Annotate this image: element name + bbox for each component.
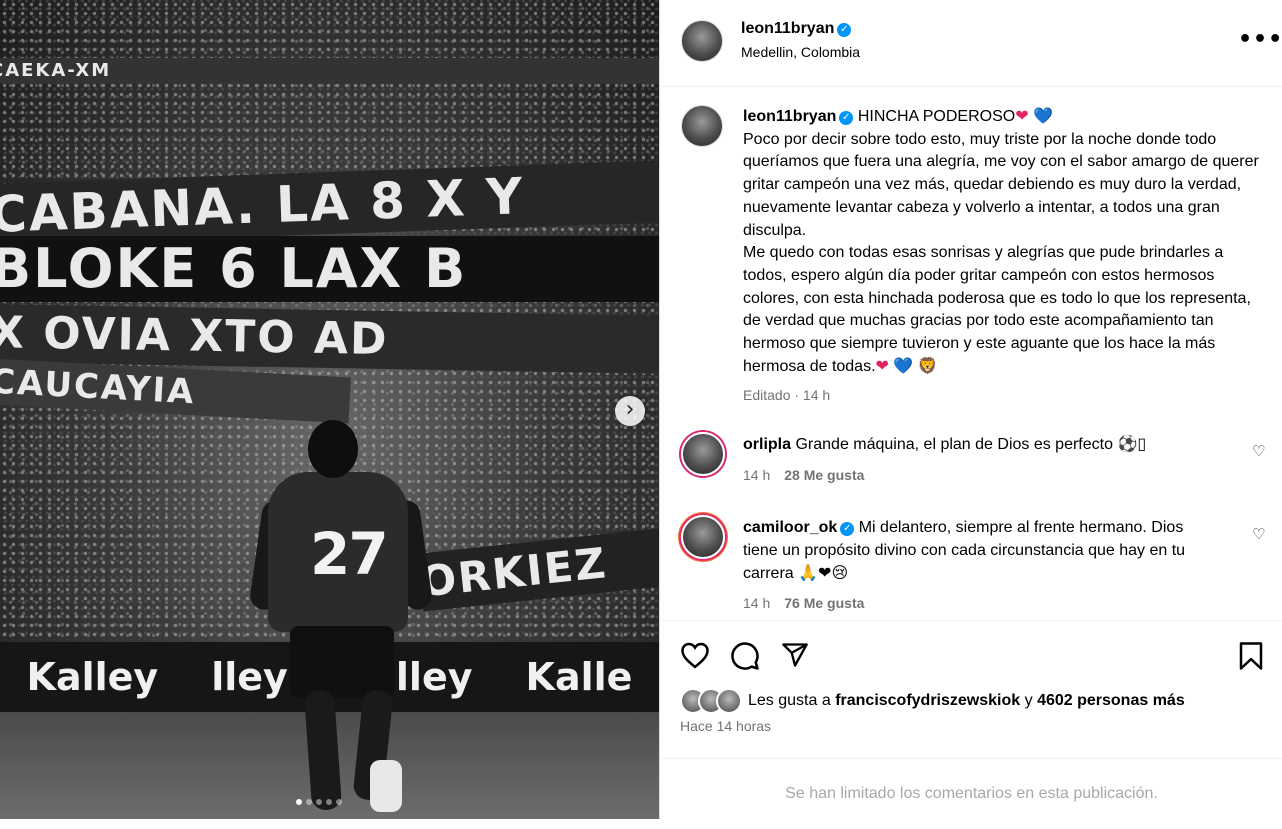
caption-username[interactable]: leon11bryan [743, 108, 836, 125]
author-info: leon11bryan ✓ Medellin, Colombia [741, 20, 860, 60]
comment-time: 14 h [743, 595, 771, 611]
liker-username[interactable]: franciscofydriszewskiok [835, 692, 1020, 710]
heart-icon[interactable] [680, 641, 710, 669]
verified-badge-icon: ✓ [840, 522, 855, 536]
caption-author-avatar[interactable] [681, 105, 723, 147]
jersey-number: 27 [310, 520, 389, 588]
ad-text: Kalle [525, 655, 633, 699]
fan-banner: BLOKE 6 LAX B [0, 236, 659, 302]
comment-time: 14 h [743, 467, 771, 483]
player-boot [370, 760, 402, 812]
comment-meta: 14 h 28 Me gusta [743, 467, 864, 483]
author-avatar[interactable] [681, 20, 723, 62]
verified-badge-icon: ✓ [837, 23, 852, 37]
share-icon[interactable] [780, 641, 810, 669]
caption-paragraph: Me quedo con todas esas sonrisas y alegr… [743, 244, 1251, 375]
carousel-dot [326, 799, 332, 805]
caption-meta: Editado · 14 h [743, 387, 831, 404]
player-head [308, 420, 358, 478]
post-caption: leon11bryan ✓ HINCHA PODEROSO❤ 💙 Poco por… [743, 106, 1263, 407]
comments-limited-notice: Se han limitado los comentarios en esta … [660, 758, 1282, 820]
comment-like-heart-icon[interactable]: ♡ [1252, 442, 1265, 460]
bookmark-icon[interactable] [1238, 641, 1264, 671]
carousel-dot [316, 799, 322, 805]
red-heart-icon: ❤ [1015, 108, 1029, 125]
next-image-button[interactable]: › [615, 396, 645, 426]
blue-heart-icon: 💙 [1033, 108, 1053, 125]
likes-count[interactable]: 4602 personas más [1037, 692, 1185, 710]
red-heart-icon: ❤ [875, 357, 889, 375]
post-media[interactable]: CAEKA-XM CABANA. LA 8 X Y BLOKE 6 LAX B … [0, 0, 659, 819]
post-time: Hace 14 horas [680, 718, 772, 734]
carousel-indicator [296, 799, 342, 805]
comment: orlipla Grande máquina, el plan de Dios … [743, 433, 1213, 456]
post-location[interactable]: Medellin, Colombia [741, 44, 860, 60]
comment-likes[interactable]: 76 Me gusta [784, 595, 864, 611]
player-shorts [290, 626, 394, 698]
comment: camiloor_ok ✓ Mi delantero, siempre al fr… [743, 516, 1213, 585]
caption-title: HINCHA PODEROSO [857, 108, 1016, 125]
post-panel: leon11bryan ✓ Medellin, Colombia ••• leon… [659, 0, 1282, 819]
comment-icon[interactable] [730, 641, 760, 671]
verified-badge-icon: ✓ [839, 111, 854, 125]
likes-conjunction: y [1024, 692, 1033, 709]
comment-like-heart-icon[interactable]: ♡ [1252, 525, 1265, 543]
action-bar [660, 620, 1282, 691]
player-jersey: 27 [268, 472, 408, 632]
comment-username[interactable]: orlipla [743, 436, 791, 453]
comment-likes[interactable]: 28 Me gusta [784, 467, 864, 483]
likes-summary: Les gusta a franciscofydriszewskiok y 46… [680, 688, 1185, 714]
comment-meta: 14 h 76 Me gusta [743, 595, 864, 611]
blue-heart-icon: 💙 [893, 357, 914, 375]
carousel-dot [306, 799, 312, 805]
fan-banner: CAEKA-XM [0, 58, 659, 84]
carousel-dot [296, 799, 302, 805]
likes-prefix: Les gusta a [748, 692, 831, 709]
player-leg [303, 689, 343, 811]
caption-paragraph: Poco por decir sobre todo esto, muy tris… [743, 130, 1259, 239]
player-figure: 27 [248, 420, 440, 819]
author-username[interactable]: leon11bryan [741, 20, 834, 37]
post-header: leon11bryan ✓ Medellin, Colombia ••• [660, 0, 1282, 87]
comment-text: Grande máquina, el plan de Dios es perfe… [795, 436, 1147, 453]
liker-avatar [716, 688, 742, 714]
comment-username[interactable]: camiloor_ok [743, 519, 837, 536]
lion-emoji-icon: 🦁 [917, 357, 938, 375]
more-options-icon[interactable]: ••• [1238, 29, 1282, 51]
commenter-avatar[interactable] [681, 515, 725, 559]
ad-text: Kalley [26, 655, 159, 699]
carousel-dot [336, 799, 342, 805]
commenter-avatar[interactable] [681, 432, 725, 476]
